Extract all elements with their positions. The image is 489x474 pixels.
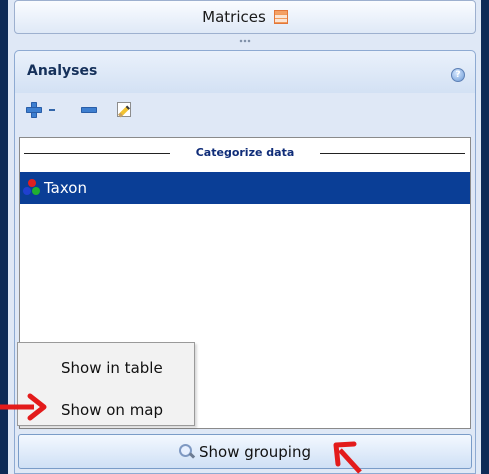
- show-grouping-label: Show grouping: [198, 442, 311, 461]
- menu-item-label: Show in table: [61, 359, 163, 377]
- magnifier-icon: [178, 443, 195, 460]
- analyses-toolbar: [15, 93, 475, 129]
- divider: [320, 153, 465, 154]
- divider: [24, 153, 170, 154]
- matrices-label: Matrices: [202, 8, 266, 26]
- table-icon: [273, 10, 288, 24]
- matrices-button[interactable]: Matrices: [14, 0, 476, 34]
- annotation-arrow-left: [0, 393, 47, 421]
- list-item-taxon[interactable]: Taxon: [20, 172, 470, 204]
- splitter-handle[interactable]: [239, 38, 251, 44]
- category-header: Categorize data: [20, 138, 470, 168]
- analyses-header: Analyses ?: [15, 51, 475, 94]
- window-frame-right: [481, 0, 489, 474]
- minus-icon[interactable]: [80, 101, 98, 119]
- taxon-dots-icon: [23, 179, 41, 197]
- plus-icon[interactable]: [25, 101, 43, 119]
- edit-icon[interactable]: [116, 101, 134, 119]
- show-grouping-button[interactable]: Show grouping: [18, 434, 472, 469]
- list-item-label: Taxon: [44, 179, 87, 197]
- annotation-arrow-right: [333, 441, 362, 474]
- menu-item-label: Show on map: [61, 401, 164, 419]
- analyses-title: Analyses: [27, 63, 98, 79]
- menu-item-show-in-table[interactable]: Show in table: [18, 352, 194, 382]
- category-label: Categorize data: [195, 146, 295, 159]
- dropdown-caret-icon[interactable]: [48, 101, 56, 119]
- help-icon[interactable]: ?: [451, 68, 465, 82]
